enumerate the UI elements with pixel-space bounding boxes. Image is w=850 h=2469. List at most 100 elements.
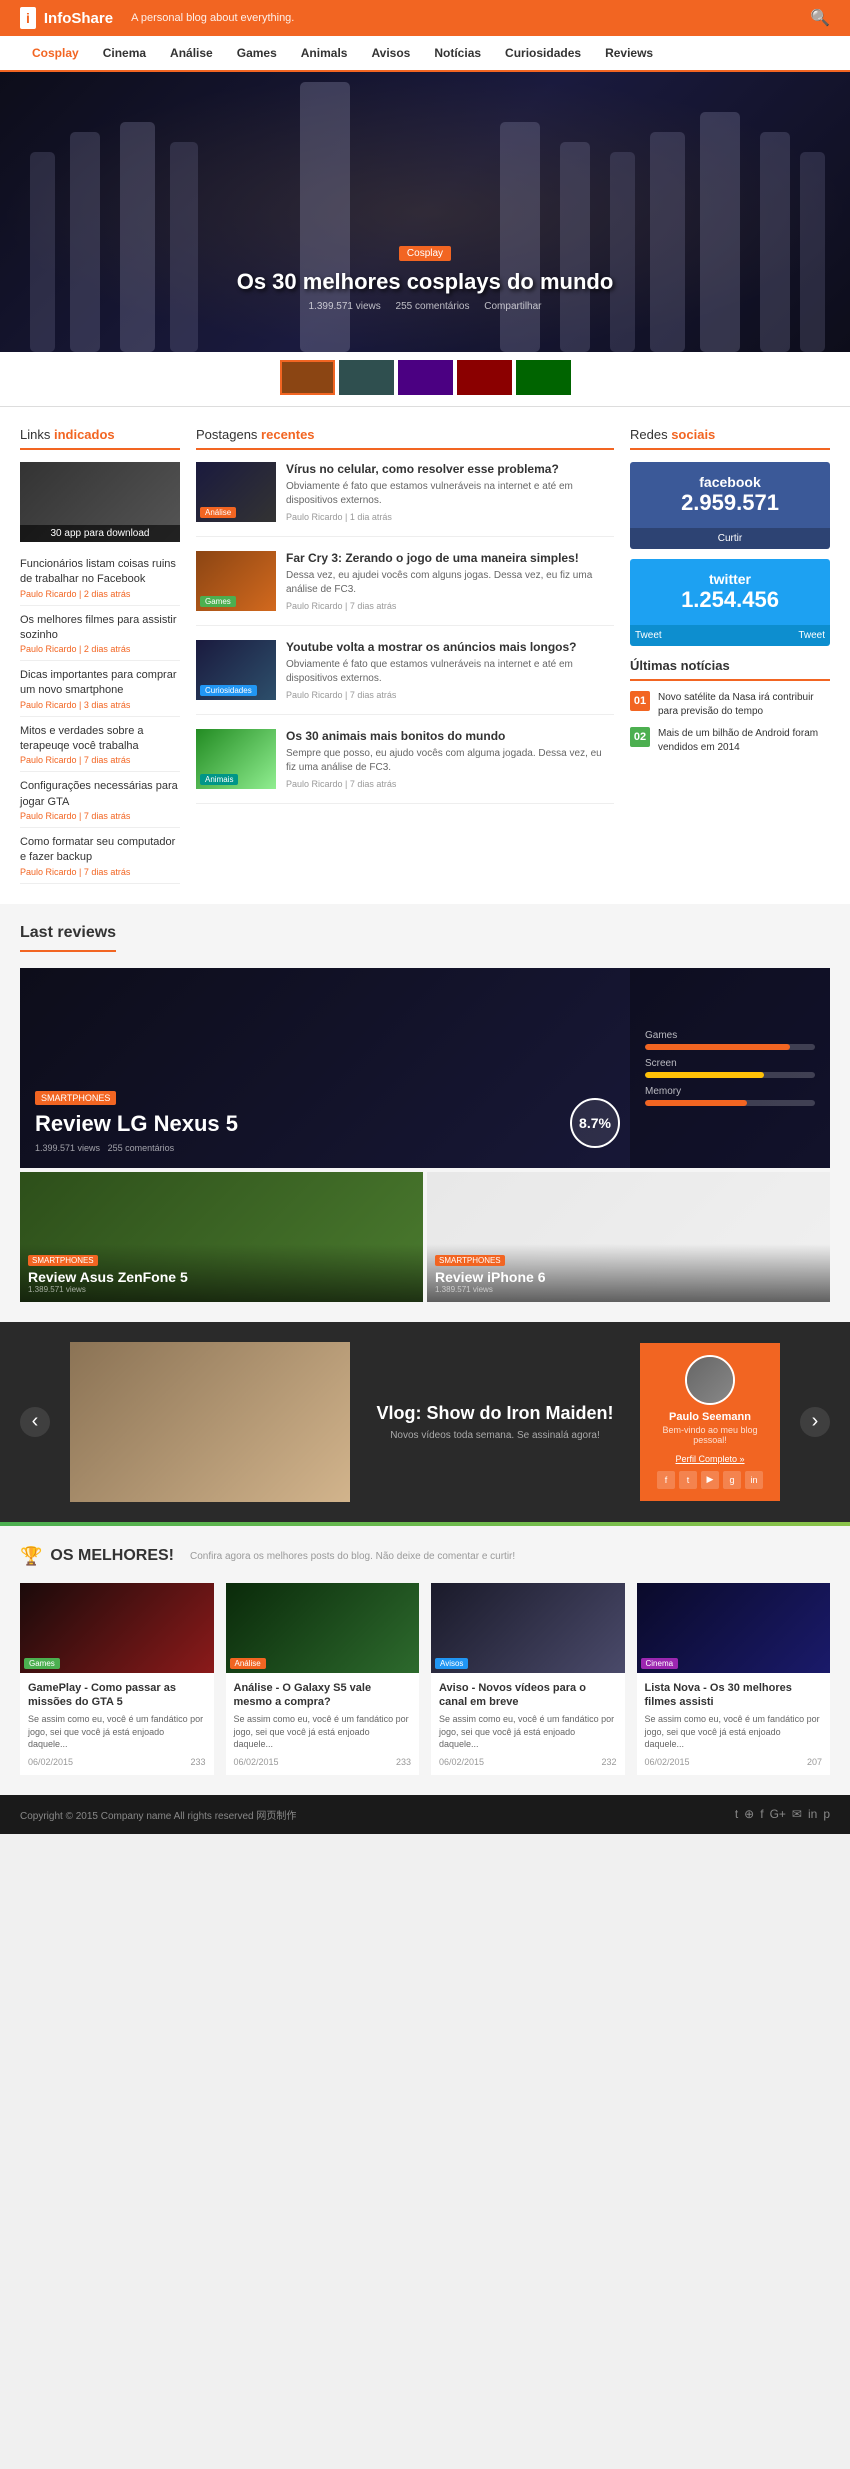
review-score: 8.7% [570,1098,620,1148]
footer-pinterest-icon[interactable]: p [823,1807,830,1821]
author-in-icon[interactable]: in [745,1471,763,1489]
best-card-title-2[interactable]: Análise - O Galaxy S5 vale mesmo a compr… [234,1681,412,1710]
noticia-text-1[interactable]: Novo satélite da Nasa irá contribuir par… [658,691,830,719]
link-item-1[interactable]: Funcionários listam coisas ruins de trab… [20,558,176,585]
vlog-title: Vlog: Show do Iron Maiden! [370,1403,620,1424]
nav-item-curiosidades[interactable]: Curiosidades [493,36,593,70]
review-small-row: SMARTPHONES Review Asus ZenFone 5 1.389.… [20,1172,830,1302]
thumb-5[interactable] [516,360,571,395]
post-thumb-3[interactable]: Curiosidades [196,640,276,700]
hero-comments: 255 comentários [396,301,470,312]
best-card-comments-3: 232 [601,1757,616,1767]
post-title-4[interactable]: Os 30 animais mais bonitos do mundo [286,729,614,743]
vlog-next-button[interactable]: › [800,1407,830,1437]
review-small-badge-2: SMARTPHONES [435,1255,505,1266]
post-title-2[interactable]: Far Cry 3: Zerando o jogo de uma maneira… [286,551,614,565]
best-card-content-2: Análise - O Galaxy S5 vale mesmo a compr… [226,1673,420,1775]
footer-google-icon[interactable]: G+ [770,1807,786,1821]
vlog-prev-button[interactable]: ‹ [20,1407,50,1437]
noticia-item-1: 01 Novo satélite da Nasa irá contribuir … [630,691,830,719]
author-yt-icon[interactable]: ▶ [701,1471,719,1489]
noticia-item-2: 02 Mais de um bilhão de Android foram ve… [630,727,830,755]
author-welcome: Bem-vindo ao meu blog pessoal! [652,1425,768,1445]
thumb-3[interactable] [398,360,453,395]
stat-label-games: Games [645,1030,815,1041]
best-card-title-1[interactable]: GamePlay - Como passar as missões do GTA… [28,1681,206,1710]
facebook-like-button[interactable]: Curtir [630,528,830,549]
thumb-4[interactable] [457,360,512,395]
twitter-panel: twitter 1.254.456 [630,559,830,625]
link-item-2[interactable]: Os melhores filmes para assistir sozinho [20,614,177,641]
author-tw-icon[interactable]: t [679,1471,697,1489]
footer-rss-icon[interactable]: ⊕ [744,1807,754,1821]
links-section-title: Links indicados [20,427,180,450]
post-thumb-1[interactable]: Análise [196,462,276,522]
author-avatar [685,1355,735,1405]
review-small-meta-2: 1.389.571 views [435,1285,822,1294]
nav-item-avisos[interactable]: Avisos [359,36,422,70]
best-card-date-4: 06/02/2015 [645,1757,690,1767]
noticia-text-2[interactable]: Mais de um bilhão de Android foram vendi… [658,727,830,755]
nav-item-analise[interactable]: Análise [158,36,225,70]
post-text-2: Dessa vez, eu ajudei vocês com alguns jo… [286,569,614,597]
best-card-title-3[interactable]: Aviso - Novos vídeos para o canal em bre… [439,1681,617,1710]
post-thumb-2[interactable]: Games [196,551,276,611]
review-small-title-2: Review iPhone 6 [435,1269,822,1285]
posts-col: Postagens recentes Análise Vírus no celu… [196,427,614,884]
best-card-meta-2: 06/02/2015 233 [234,1757,412,1767]
best-card-badge-4: Cinema [641,1658,679,1669]
footer-twitter-icon[interactable]: t [735,1807,738,1821]
list-item: Mitos e verdades sobre a terapeuqe você … [20,717,180,773]
author-profile-link[interactable]: Perfil Completo » [675,1454,744,1464]
link-item-4[interactable]: Mitos e verdades sobre a terapeuqe você … [20,725,144,752]
best-card-comments-2: 233 [396,1757,411,1767]
link-meta-6: Paulo Ricardo | 7 dias atrás [20,867,180,877]
twitter-label: twitter [642,571,818,587]
links-image[interactable]: 30 app para download [20,462,180,542]
link-item-5[interactable]: Configurações necessárias para jogar GTA [20,780,178,807]
post-item-3: Curiosidades Youtube volta a mostrar os … [196,640,614,715]
author-gp-icon[interactable]: g [723,1471,741,1489]
review-small-2[interactable]: SMARTPHONES Review iPhone 6 1.389.571 vi… [427,1172,830,1302]
nav-item-cinema[interactable]: Cinema [91,36,158,70]
nav-item-animals[interactable]: Animals [289,36,360,70]
nav-item-games[interactable]: Games [225,36,289,70]
link-item-3[interactable]: Dicas importantes para comprar um novo s… [20,669,177,696]
best-card-badge-2: Análise [230,1658,266,1669]
nav-item-reviews[interactable]: Reviews [593,36,665,70]
thumb-1[interactable] [280,360,335,395]
thumbnail-strip [0,352,850,407]
twitter-tweet-button[interactable]: Tweet Tweet [630,625,830,646]
best-card-img-2[interactable]: Análise [226,1583,420,1673]
footer: Copyright © 2015 Company name All rights… [0,1795,850,1834]
vlog-content: Vlog: Show do Iron Maiden! Novos vídeos … [70,1342,620,1502]
best-card-meta-4: 06/02/2015 207 [645,1757,823,1767]
best-card-img-4[interactable]: Cinema [637,1583,831,1673]
footer-mail-icon[interactable]: ✉ [792,1807,802,1821]
footer-facebook-icon[interactable]: f [760,1807,763,1821]
review-small-1[interactable]: SMARTPHONES Review Asus ZenFone 5 1.389.… [20,1172,423,1302]
review-main[interactable]: SMARTPHONES Review LG Nexus 5 1.399.571 … [20,968,830,1168]
best-card-title-4[interactable]: Lista Nova - Os 30 melhores filmes assis… [645,1681,823,1710]
post-title-3[interactable]: Youtube volta a mostrar os anúncios mais… [286,640,614,654]
post-item-4: Animais Os 30 animais mais bonitos do mu… [196,729,614,804]
search-icon[interactable]: 🔍 [810,8,830,28]
best-card-meta-1: 06/02/2015 233 [28,1757,206,1767]
best-section: 🏆 OS MELHORES! Confira agora os melhores… [0,1526,850,1795]
footer-linkedin-icon[interactable]: in [808,1807,817,1821]
best-card-img-3[interactable]: Avisos [431,1583,625,1673]
post-thumb-4[interactable]: Animais [196,729,276,789]
review-stats: Games Screen Memory [630,968,830,1168]
post-title-1[interactable]: Vírus no celular, como resolver esse pro… [286,462,614,476]
post-item-2: Games Far Cry 3: Zerando o jogo de uma m… [196,551,614,626]
thumb-2[interactable] [339,360,394,395]
facebook-panel: facebook 2.959.571 [630,462,830,528]
ultimas-noticias: Últimas notícias 01 Novo satélite da Nas… [630,658,830,755]
footer-social: t ⊕ f G+ ✉ in p [735,1807,830,1821]
best-card-img-1[interactable]: Games [20,1583,214,1673]
best-card-comments-1: 233 [190,1757,205,1767]
link-item-6[interactable]: Como formatar seu computador e fazer bac… [20,836,175,863]
author-fb-icon[interactable]: f [657,1471,675,1489]
nav-item-noticias[interactable]: Notícias [422,36,493,70]
nav-item-cosplay[interactable]: Cosplay [20,36,91,72]
